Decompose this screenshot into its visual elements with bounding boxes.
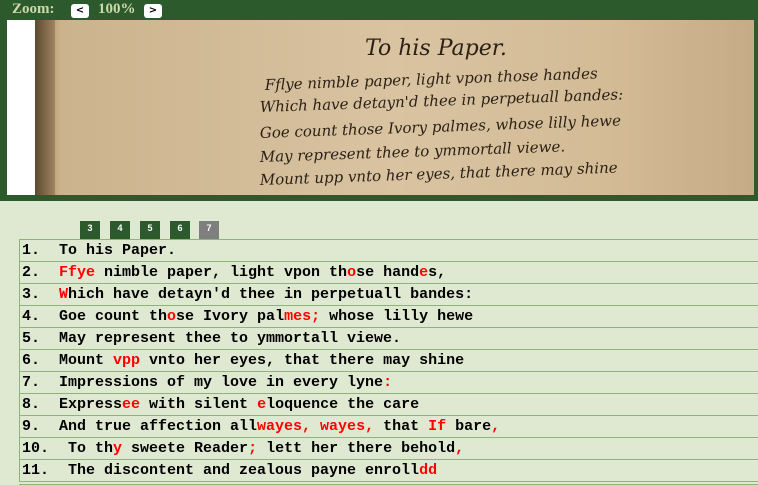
transcription-lines: 1. To his Paper. 2. Ffye nimble paper, ligh… (19, 239, 758, 482)
text-segment: se Ivory pal (176, 308, 285, 325)
transcription-line: 7. Impressions of my love in every lyne: (19, 372, 758, 394)
text-segment: nimble paper, light vpon th (95, 264, 348, 281)
line-number: 11. (22, 462, 50, 479)
edited-text: W (59, 286, 69, 303)
line-text: Mount vpp vnto her eyes, that there may … (59, 350, 464, 371)
text-segment: sweete Reader (122, 440, 249, 457)
text-segment: that (374, 418, 429, 435)
line-text: The discontent and zealous payne enrolld… (68, 460, 437, 481)
line-text: Impressions of my love in every lyne: (59, 372, 392, 393)
line-number: 3. (22, 286, 41, 303)
viewer-margin (7, 20, 35, 195)
manuscript-title: To his Paper. (365, 36, 507, 61)
text-segment: Impressions of my love in every lyne (59, 374, 384, 391)
zoom-toolbar: Zoom: < 100% > (0, 0, 758, 20)
edited-text: o (347, 264, 357, 281)
line-number: 9. (22, 418, 41, 435)
text-segment: To his Paper. (59, 242, 177, 259)
page-button-4[interactable]: 4 (110, 221, 130, 240)
edited-text: Ffye (59, 264, 96, 281)
text-segment: hich have detayn'd thee in perpetuall ba… (68, 286, 474, 303)
edited-text: ee (122, 396, 141, 413)
line-number: 5. (22, 330, 41, 347)
edited-text: ; (248, 440, 258, 457)
text-segment: loquence the care (266, 396, 420, 413)
manuscript-image[interactable]: To his Paper. Fflye nimble paper, light … (35, 20, 754, 195)
text-segment: with silent (140, 396, 258, 413)
zoom-in-button[interactable]: > (144, 4, 162, 18)
edited-text: d (419, 462, 429, 479)
line-text: Goe count those Ivory palmes; whose lill… (59, 306, 473, 327)
text-segment: Goe count th (59, 308, 168, 325)
text-segment: The discontent and zealous payne enroll (68, 462, 420, 479)
manuscript-viewer[interactable]: To his Paper. Fflye nimble paper, light … (0, 20, 758, 201)
line-number: 10. (22, 440, 50, 457)
zoom-level: 100% (98, 1, 136, 17)
edited-text: d (428, 462, 438, 479)
edited-text: y (113, 440, 123, 457)
transcription-line: 4. Goe count those Ivory palmes; whose li… (19, 306, 758, 328)
page-button-7[interactable]: 7 (199, 221, 219, 240)
edited-text: e (419, 264, 429, 281)
line-number: 1. (22, 242, 41, 259)
zoom-out-button[interactable]: < (71, 4, 89, 18)
text-segment: May represent thee to ymmortall viewe. (59, 330, 402, 347)
line-number: 6. (22, 352, 41, 369)
manuscript-line: Goe count those Ivory palmes, whose lill… (260, 111, 622, 142)
text-segment: whose lilly hewe (320, 308, 474, 325)
line-text: May represent thee to ymmortall viewe. (59, 328, 401, 349)
edited-text: o (167, 308, 177, 325)
zoom-label: Zoom: (12, 1, 55, 17)
edited-text: vpp (113, 352, 141, 369)
text-segment: bare (446, 418, 492, 435)
edited-text: : (383, 374, 393, 391)
transcription-line: 1. To his Paper. (19, 240, 758, 262)
line-number: 2. (22, 264, 41, 281)
transcription-line: 9. And true affection allwayes, wayes, th… (19, 416, 758, 438)
edited-text: e (257, 396, 267, 413)
text-segment: s, (428, 264, 447, 281)
line-number: 8. (22, 396, 41, 413)
line-number: 7. (22, 374, 41, 391)
text-segment: To th (68, 440, 114, 457)
transcription-line: 8. Expressee with silent eloquence the ca… (19, 394, 758, 416)
page-button-5[interactable]: 5 (140, 221, 160, 240)
text-segment: Express (59, 396, 123, 413)
text-segment: se hand (356, 264, 420, 281)
text-segment: vnto her eyes, that there may shine (140, 352, 465, 369)
transcription-line: 11. The discontent and zealous payne enro… (19, 460, 758, 482)
edited-text: , (491, 418, 501, 435)
line-text: To thy sweete Reader; lett her there beh… (68, 438, 464, 459)
page-button-6[interactable]: 6 (170, 221, 190, 240)
text-segment: And true affection all (59, 418, 258, 435)
line-number: 4. (22, 308, 41, 325)
page-binding-edge (35, 20, 55, 195)
transcription-line: 2. Ffye nimble paper, light vpon those ha… (19, 262, 758, 284)
text-segment: Mount (59, 352, 114, 369)
transcription-line: 6. Mount vpp vnto her eyes, that there ma… (19, 350, 758, 372)
edited-text: , (455, 440, 465, 457)
page-button-3[interactable]: 3 (80, 221, 100, 240)
transcription-line: 5. May represent thee to ymmortall viewe. (19, 328, 758, 350)
text-segment: lett her there behold (257, 440, 456, 457)
line-text: Ffye nimble paper, light vpon those hand… (59, 262, 446, 283)
transcription-line: 3. Which have detayn'd thee in perpetuall… (19, 284, 758, 306)
edited-text: mes; (284, 308, 321, 325)
transcription-line: 10. To thy sweete Reader; lett her there … (19, 438, 758, 460)
line-text: Which have detayn'd thee in perpetuall b… (59, 284, 473, 305)
line-text: And true affection allwayes, wayes, that… (59, 416, 500, 437)
edited-text: wayes, wayes, (257, 418, 375, 435)
line-text: To his Paper. (59, 240, 176, 261)
edited-text: If (428, 418, 447, 435)
line-text: Expressee with silent eloquence the care (59, 394, 419, 415)
